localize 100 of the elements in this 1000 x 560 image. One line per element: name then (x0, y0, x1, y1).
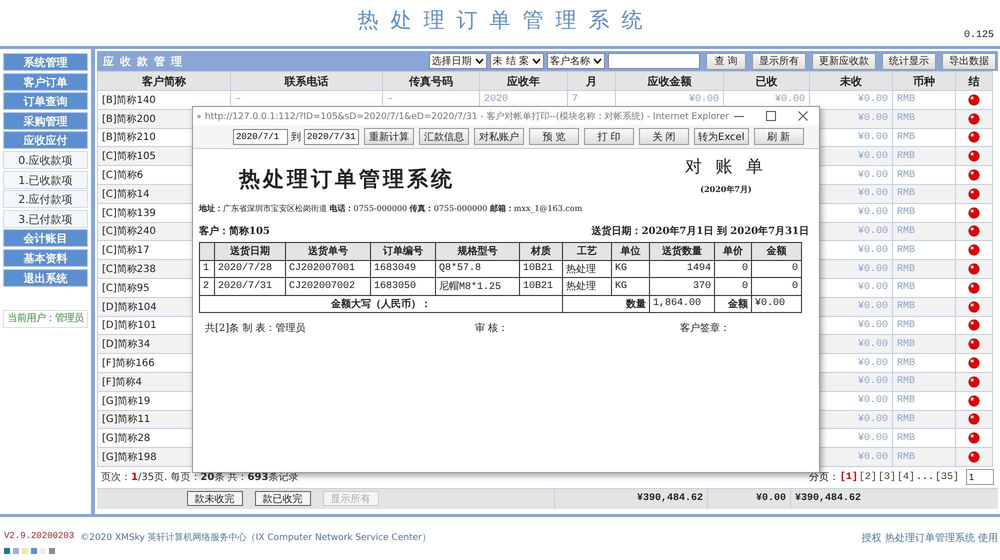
page-link[interactable]: [2] (858, 472, 877, 483)
page-input[interactable]: 1 (966, 469, 994, 486)
caret-icon (532, 58, 541, 64)
company-name: 热处理订单管理系统 (238, 165, 456, 193)
column-header: 单位 (612, 242, 650, 260)
caret-icon (474, 58, 484, 64)
page-link[interactable]: [3] (878, 472, 896, 483)
column-header: 送货日期 (214, 242, 286, 260)
table-cell: RMB (892, 184, 956, 204)
table-cell: 370 (650, 278, 714, 295)
table-cell: 金额 (714, 295, 752, 312)
column-header: 已收 (724, 72, 810, 90)
table-cell: RMB (892, 109, 956, 128)
toolbar-button[interactable]: 打 印 (584, 128, 634, 145)
column-header: 联系电话 (230, 72, 382, 90)
table-cell: RMB (892, 166, 956, 184)
maximize-icon[interactable] (765, 110, 777, 122)
table-cell: 10B21 (520, 278, 562, 295)
table-cell: 尼帽M8*1.25 (436, 278, 520, 295)
table-cell: 2020/7/31 (214, 278, 286, 295)
column-header: 订单编号 (370, 242, 436, 260)
sidebar-item[interactable]: 0.应收款项 (3, 150, 88, 169)
toolbar-button[interactable]: 关 闭 (639, 128, 689, 145)
panel-title: 应收款管理 (103, 54, 188, 68)
footer-button[interactable]: 款已收完 (254, 491, 310, 506)
page-link[interactable]: [35] (934, 472, 959, 483)
column-header: 结 (956, 72, 992, 90)
theme-swatch[interactable] (13, 548, 19, 554)
table-cell: 热处理 (562, 260, 612, 278)
table-cell: 金额大写（人民币）： (200, 295, 562, 312)
page-link[interactable]: [4] (896, 472, 915, 483)
to-label: 到 (291, 130, 301, 144)
page-link[interactable]: [1] (840, 472, 858, 483)
column-header: 月 (568, 72, 616, 90)
table-cell: 1 (200, 260, 214, 278)
signature-label: 审 核： (475, 322, 510, 335)
version-number: 0.125 (964, 30, 994, 41)
table-cell: KG (612, 260, 650, 278)
toolbar-button[interactable]: 统计显示 (882, 52, 936, 70)
column-header: 单价 (714, 242, 752, 260)
total-cell: ¥390,484.62 (555, 488, 708, 509)
filter-dropdown[interactable]: 客户名称 (547, 53, 605, 69)
theme-swatch[interactable] (49, 548, 55, 554)
column-header: 金额 (752, 242, 802, 260)
column-header: 送货数量 (650, 242, 714, 260)
statement-period: (2020年7月) (699, 184, 753, 195)
table-cell: ¥0.00 (752, 295, 802, 312)
sidebar-item[interactable]: 1.已收款项 (3, 170, 88, 189)
page-ellipsis: ... (916, 472, 934, 483)
toolbar-button[interactable]: 刷 新 (754, 128, 804, 145)
table-cell: 2020/7/28 (214, 260, 286, 278)
column-header: 未收 (810, 72, 892, 90)
column-header: 应收金额 (616, 72, 724, 90)
copyright-text: ©2020 XMSky 英轩计算机网络服务中心（IX Computer Network Service Center） (80, 532, 431, 544)
signature-label: 客户签章： (680, 322, 730, 335)
table-cell: Q8*57.8 (436, 260, 520, 278)
table-cell: 0 (752, 260, 802, 278)
table-cell: RMB (892, 146, 956, 166)
table-cell: 0 (714, 278, 752, 295)
filter-dropdown[interactable]: 选择日期 (428, 53, 487, 69)
total-cell-text: ¥390,484.62 (794, 492, 862, 506)
table-cell: RMB (892, 372, 956, 392)
document-title: 对 账 单 (684, 156, 768, 178)
theme-swatch[interactable] (22, 548, 28, 554)
table-cell: CJ202007001 (286, 260, 370, 278)
toolbar-button[interactable]: 查 询 (706, 52, 746, 70)
toolbar-button[interactable]: 汇款信息 (419, 128, 469, 145)
current-user: 当前用户：管理员 (3, 310, 88, 328)
footer-button[interactable]: 款未收完 (186, 491, 242, 506)
date-field[interactable]: 2020/7/31 (304, 128, 359, 144)
sidebar-item[interactable]: 2.应付款项 (3, 190, 88, 208)
table-cell: 1,864.00 (650, 295, 714, 312)
column-header: 送货单号 (286, 242, 370, 260)
toolbar-button[interactable]: 导出数据 (942, 52, 996, 70)
sidebar-item[interactable]: 3.已付款项 (3, 210, 88, 228)
app-title: 热处理订单管理系统 (356, 7, 654, 34)
date-field[interactable]: 2020/7/1 (233, 128, 288, 144)
theme-swatch[interactable] (4, 548, 10, 554)
license-text: 授权 热处理订单管理系统 使用 (862, 532, 998, 546)
table-cell: 1683049 (370, 260, 436, 278)
search-field[interactable] (608, 53, 700, 69)
column-header: 规格型号 (436, 242, 520, 260)
table-cell: 2 (200, 278, 214, 295)
theme-swatch[interactable] (31, 548, 37, 554)
toolbar-button[interactable]: 更新应收款 (812, 52, 876, 70)
table-cell: RMB (892, 334, 956, 354)
filter-dropdown[interactable]: 未 结 案 (490, 53, 544, 69)
table-cell: 数量 (562, 295, 650, 312)
toolbar-button[interactable]: 显示所有 (752, 52, 806, 70)
table-cell: RMB (892, 391, 956, 410)
table-cell: RMB (892, 448, 956, 466)
close-icon[interactable] (797, 110, 809, 122)
toolbar-button[interactable]: 重新计算 (364, 128, 414, 145)
toolbar-button[interactable]: 对私账户 (474, 128, 524, 145)
table-cell: 1494 (650, 260, 714, 278)
table-cell: 10B21 (520, 260, 562, 278)
toolbar-button[interactable]: 转为Excel (694, 128, 748, 145)
toolbar-button[interactable]: 预 览 (529, 128, 579, 145)
table-cell: RMB (892, 297, 956, 316)
table-cell: 0 (752, 278, 802, 295)
